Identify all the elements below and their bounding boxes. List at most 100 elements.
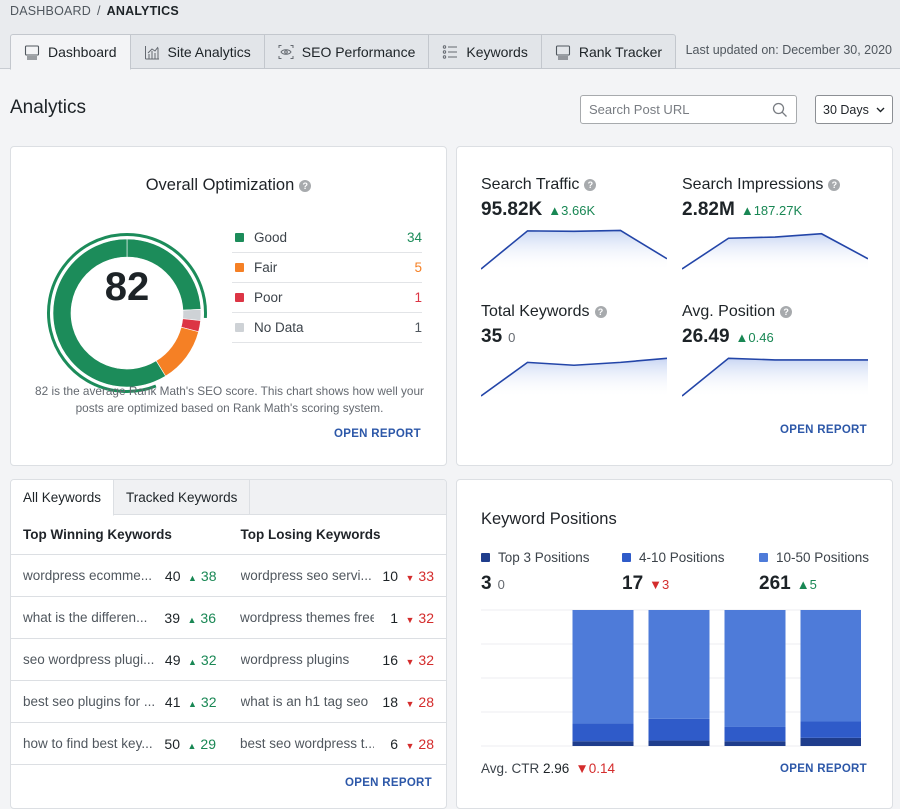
help-icon[interactable]: ? bbox=[584, 178, 597, 191]
bar-segment-10-50-positions[interactable] bbox=[800, 610, 862, 722]
breadcrumb-dashboard[interactable]: DASHBOARD bbox=[10, 4, 91, 18]
legend-swatch bbox=[235, 233, 244, 242]
sparkline bbox=[481, 357, 667, 398]
bar-segment-top-3-positions[interactable] bbox=[648, 740, 710, 746]
keyword-table-header: Top Winning Keywords Top Losing Keywords bbox=[11, 515, 446, 555]
bar-segment-10-50-positions[interactable] bbox=[572, 610, 634, 724]
legend-label: 4-10 Positions bbox=[639, 550, 725, 565]
bar-segment-10-50-positions[interactable] bbox=[648, 610, 710, 719]
keyword-text[interactable]: wordpress ecomme... bbox=[23, 568, 157, 583]
legend-item: Top 3 Positions bbox=[481, 550, 611, 565]
keyword-text[interactable]: wordpress themes free bbox=[240, 610, 374, 625]
keyword-rows: wordpress ecomme... 40 ▲ 38 wordpress seo… bbox=[11, 555, 446, 765]
keyword-change-value: 33 bbox=[418, 567, 434, 584]
arrow-up-icon: ▲ bbox=[740, 203, 754, 218]
win-keyword-cell[interactable]: seo wordpress plugi... 49 ▲ 32 bbox=[11, 652, 229, 668]
tab-all-keywords[interactable]: All Keywords bbox=[11, 480, 115, 516]
tab-site-analytics[interactable]: Site Analytics bbox=[130, 34, 265, 69]
bar-segment-4-10-positions[interactable] bbox=[800, 721, 862, 738]
bar-segment-top-3-positions[interactable] bbox=[724, 741, 786, 746]
tab-tracked-keywords[interactable]: Tracked Keywords bbox=[114, 480, 251, 514]
search-input[interactable] bbox=[589, 102, 772, 117]
bar-chart-icon bbox=[144, 45, 159, 59]
legend-swatch bbox=[622, 553, 631, 562]
group-delta: ▲5 bbox=[797, 577, 817, 592]
tab-dashboard[interactable]: Dashboard bbox=[10, 34, 131, 70]
win-keyword-cell[interactable]: how to find best key... 50 ▲ 29 bbox=[11, 736, 228, 752]
list-icon bbox=[443, 44, 458, 59]
metric-value: 26.49 bbox=[682, 326, 730, 347]
legend-row-fair: Fair 5 bbox=[232, 253, 422, 283]
keyword-tabs: All Keywords Tracked Keywords bbox=[11, 480, 446, 516]
help-icon[interactable]: ? bbox=[299, 179, 312, 192]
bar-segment-10-50-positions[interactable] bbox=[724, 610, 786, 727]
help-icon[interactable]: ? bbox=[780, 305, 793, 318]
win-keyword-cell[interactable]: what is the differen... 39 ▲ 36 bbox=[11, 610, 228, 626]
help-icon[interactable]: ? bbox=[828, 178, 841, 191]
monitor-icon bbox=[555, 44, 570, 60]
position-group-10-50: 10-50 Positions 261 ▲5 bbox=[759, 550, 889, 595]
group-value-row: 17 ▼3 bbox=[622, 573, 752, 595]
legend-swatch bbox=[235, 263, 244, 272]
lose-keyword-cell[interactable]: wordpress seo servi... 10 ▼ 33 bbox=[229, 568, 447, 584]
search-post-url[interactable] bbox=[580, 95, 797, 124]
metric-delta: 0 bbox=[508, 330, 515, 345]
metric-title: Search Traffic? bbox=[481, 176, 667, 194]
avg-ctr-label: Avg. CTR bbox=[481, 761, 540, 776]
metric-value: 2.82M bbox=[682, 199, 735, 220]
bar-segment-top-3-positions[interactable] bbox=[572, 741, 634, 746]
sparkline bbox=[682, 232, 868, 271]
metric-value: 35 bbox=[481, 326, 503, 347]
card-title: Keyword Positions bbox=[481, 510, 617, 528]
arrow-up-icon: ▲ bbox=[187, 740, 197, 751]
keyword-text[interactable]: best seo plugins for ... bbox=[23, 694, 157, 709]
keyword-text[interactable]: seo wordpress plugi... bbox=[23, 652, 157, 667]
score-ring bbox=[47, 233, 207, 393]
metric-value: 95.82K bbox=[481, 199, 543, 220]
bar-segment-4-10-positions[interactable] bbox=[724, 726, 786, 742]
keyword-change-value: 29 bbox=[200, 735, 216, 752]
tab-keywords[interactable]: Keywords bbox=[429, 34, 542, 69]
help-icon[interactable]: ? bbox=[594, 305, 607, 318]
date-range-select[interactable]: 30 Days bbox=[815, 95, 893, 124]
legend-label: Fair bbox=[254, 260, 278, 275]
chevron-down-icon bbox=[876, 107, 885, 112]
keyword-text[interactable]: how to find best key... bbox=[23, 736, 156, 751]
keyword-position: 50 bbox=[164, 735, 180, 752]
bar-segment-4-10-positions[interactable] bbox=[572, 723, 634, 742]
open-report-link[interactable]: OPEN REPORT bbox=[780, 424, 867, 436]
win-keyword-cell[interactable]: wordpress ecomme... 40 ▲ 38 bbox=[11, 568, 229, 584]
tab-rank-tracker[interactable]: Rank Tracker bbox=[541, 34, 677, 69]
lose-keyword-cell[interactable]: what is an h1 tag seo 18 ▼ 28 bbox=[229, 694, 447, 710]
keyword-text[interactable]: best seo wordpress t... bbox=[240, 736, 374, 751]
keyword-text[interactable]: wordpress seo servi... bbox=[241, 568, 375, 583]
keyword-position: 10 bbox=[382, 567, 398, 584]
arrow-up-icon: ▲ bbox=[188, 572, 197, 583]
table-row: what is the differen... 39 ▲ 36 wordpress… bbox=[11, 597, 446, 639]
sparkline-area bbox=[682, 233, 868, 271]
lose-keyword-cell[interactable]: wordpress plugins 16 ▼ 32 bbox=[229, 652, 447, 668]
metric-search-impressions: Search Impressions? 2.82M ▲187.27K bbox=[682, 176, 868, 271]
open-report-link[interactable]: OPEN REPORT bbox=[780, 763, 867, 775]
avg-ctr-value: 2.96 bbox=[543, 761, 570, 776]
search-icon[interactable] bbox=[772, 102, 788, 118]
bar-segment-4-10-positions[interactable] bbox=[648, 718, 710, 741]
keyword-change: ▲ 29 bbox=[180, 735, 217, 752]
group-delta-value: 3 bbox=[662, 577, 670, 592]
arrow-down-icon: ▼ bbox=[405, 572, 415, 583]
win-keyword-cell[interactable]: best seo plugins for ... 41 ▲ 32 bbox=[11, 694, 229, 710]
keyword-change-value: 32 bbox=[418, 651, 434, 668]
lose-keyword-cell[interactable]: wordpress themes free 1 ▼ 32 bbox=[228, 610, 446, 626]
bar-segment-top-3-positions[interactable] bbox=[800, 737, 862, 746]
optimization-donut-chart bbox=[47, 233, 207, 393]
page-title: Analytics bbox=[10, 97, 87, 118]
group-value-row: 261 ▲5 bbox=[759, 573, 889, 595]
table-row: how to find best key... 50 ▲ 29 best seo … bbox=[11, 723, 446, 765]
open-report-link[interactable]: OPEN REPORT bbox=[334, 428, 421, 440]
open-report-link[interactable]: OPEN REPORT bbox=[345, 777, 432, 789]
keyword-text[interactable]: what is the differen... bbox=[23, 610, 156, 625]
lose-keyword-cell[interactable]: best seo wordpress t... 6 ▼ 28 bbox=[228, 736, 446, 752]
keyword-text[interactable]: wordpress plugins bbox=[241, 652, 375, 667]
keyword-text[interactable]: what is an h1 tag seo bbox=[241, 694, 375, 709]
tab-seo-performance[interactable]: SEO Performance bbox=[264, 34, 430, 69]
